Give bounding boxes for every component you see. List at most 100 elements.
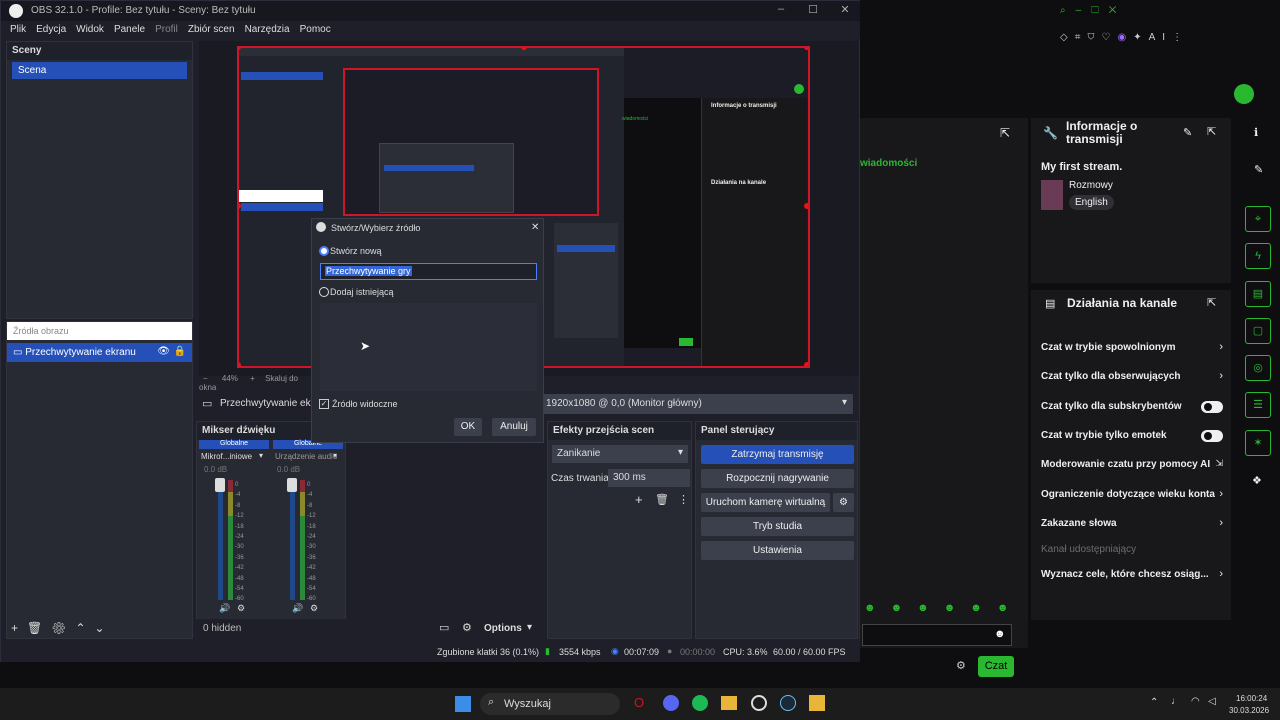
speaker-icon[interactable]: 🔊 [219,603,230,614]
start-recording-button[interactable]: Rozpocznij nagrywanie [701,469,854,488]
virtual-camera-button[interactable]: Uruchom kamerę wirtualną [701,493,830,512]
pin-icon[interactable]: ◇ [1060,32,1075,43]
chevron-down-icon[interactable]: ▾ [527,622,532,633]
notepad-icon[interactable] [809,695,825,711]
bolt-icon[interactable]: ϟ [1245,243,1271,269]
microphone-icon[interactable]: ♩ [1171,696,1181,707]
create-new-radio[interactable] [319,246,329,256]
menu-profil[interactable]: Profil [150,21,183,38]
start-icon[interactable] [455,696,471,712]
stack-icon[interactable]: ▤ [1245,281,1271,307]
channel-2-settings-icon[interactable]: ⚙ [310,603,318,614]
opera-icon[interactable]: O [634,695,644,710]
menu-pomoc[interactable]: Pomoc [295,21,336,38]
chevron-up-icon[interactable]: ⌃ [1150,697,1158,708]
stream-category[interactable]: Rozmowy [1069,180,1113,191]
close-icon[interactable]: ✕ [835,3,855,16]
discord-icon[interactable] [663,695,679,711]
extension-icon[interactable]: ✦ [1133,32,1148,43]
heart-icon[interactable]: ♡ [1102,32,1118,43]
extensions-icon[interactable]: ❖ [1252,474,1262,487]
transition-select[interactable]: Zanikanie ▾ [552,445,688,463]
folder-icon[interactable] [721,696,737,710]
action-subs-only[interactable]: Czat tylko dla subskrybentów [1041,400,1223,420]
zoom-out-icon[interactable]: − [203,374,208,383]
shield-icon[interactable]: ⛉ [1087,32,1101,43]
stop-stream-button[interactable]: Zatrzymaj transmisję [701,445,854,464]
down-icon[interactable]: ⌄ [95,621,114,635]
language-tag[interactable]: English [1069,195,1114,210]
channel-1-settings-icon[interactable]: ⚙ [237,603,245,614]
speaker-icon[interactable]: 🔊 [292,603,303,614]
focus-icon[interactable]: ⌖ [1245,206,1271,232]
minimize-icon[interactable]: – [1076,5,1092,16]
ai-icon[interactable]: AI [1149,32,1172,43]
search-icon[interactable]: ⌕ [1060,5,1076,16]
menu-zbior-scen[interactable]: Zbiór scen [183,21,240,38]
chat-input[interactable]: ☻ [862,624,1012,646]
clock-date[interactable]: 30.03.2026 [1229,706,1269,715]
popout-icon[interactable]: ⇱ [1207,125,1216,138]
action-ai-moderation[interactable]: Moderowanie czatu przy pomocy AI ⇲ [1041,458,1223,478]
wifi-icon[interactable]: ◠ [1191,696,1200,707]
eye-icon[interactable]: 👁 [157,346,170,357]
emote-picker-icon[interactable]: ☻ [994,628,1006,640]
menu-plik[interactable]: Plik [5,21,31,38]
chat-bubble-icon[interactable]: ▢ [1245,318,1271,344]
existing-sources-list[interactable] [320,303,537,391]
info-icon[interactable]: ℹ [1254,126,1258,139]
gear-icon[interactable]: ⚙ [51,621,75,635]
source-item[interactable]: ▭ Przechwytywanie ekranu 👁 🔒 [7,343,192,362]
taskbar-search[interactable]: ⌕ Wyszukaj [480,693,620,715]
popout-icon[interactable]: ⇱ [1207,296,1216,309]
zoom-in-icon[interactable]: + [250,374,255,383]
more-icon[interactable]: ⋮ [678,493,689,506]
action-banned-words[interactable]: Zakazane słowa › [1041,517,1223,537]
menu-panele[interactable]: Panele [109,21,150,38]
gear-icon[interactable]: ⚙ [833,493,854,512]
ok-button[interactable]: OK [454,418,482,436]
spotify-icon[interactable] [692,695,708,711]
volume-icon[interactable]: ◁ [1208,696,1216,707]
popout-icon[interactable]: ⇱ [1000,126,1010,140]
chat-icon[interactable]: ◉ [1118,32,1134,43]
visible-checkbox[interactable]: ✓ [319,399,329,409]
channel-1-fader[interactable] [215,478,225,492]
broadcast-icon[interactable]: ◎ [1245,355,1271,381]
close-icon[interactable]: ✕ [1109,5,1127,16]
crop-icon[interactable]: ⌗ [1075,32,1088,43]
lock-icon[interactable]: 🔒 [174,346,186,357]
channel-2-menu-icon[interactable]: ▾ [333,451,337,460]
gear-icon[interactable]: ⚙ [956,659,966,672]
maximize-icon[interactable]: ☐ [1091,5,1109,16]
maximize-icon[interactable]: ☐ [803,3,823,16]
edit-icon[interactable]: ✎ [1183,126,1192,139]
wrench-icon[interactable]: ✶ [1245,430,1271,456]
menu-edycja[interactable]: Edycja [31,21,71,38]
action-slow-mode[interactable]: Czat w trybie spowolnionym › [1041,341,1223,361]
menu-narzedzia[interactable]: Narzędzia [240,21,295,38]
obs-taskbar-icon[interactable] [751,695,767,711]
clock-time[interactable]: 16:00:24 [1236,694,1267,703]
options-button[interactable]: Options [484,623,522,634]
menu-widok[interactable]: Widok [71,21,109,38]
trash-icon[interactable]: 🗑 [27,621,51,635]
mixer-tab-global-1[interactable]: Globalne [199,440,269,449]
emote-only-toggle[interactable] [1201,430,1223,442]
edit-icon[interactable]: ✎ [1254,163,1263,176]
minimize-icon[interactable]: – [771,3,791,15]
subs-only-toggle[interactable] [1201,401,1223,413]
studio-mode-button[interactable]: Tryb studia [701,517,854,536]
cancel-button[interactable]: Anuluj [492,418,536,436]
action-goals[interactable]: Wyznacz cele, które chcesz osiąg... › [1041,568,1223,588]
add-existing-radio[interactable] [319,287,329,297]
settings-button[interactable]: Ustawienia [701,541,854,560]
channel-1-menu-icon[interactable]: ▾ [259,451,263,460]
gear-icon[interactable]: ⚙ [462,621,472,634]
duration-stepper[interactable]: 300 ms [608,469,690,487]
action-followers-only[interactable]: Czat tylko dla obserwujących › [1041,370,1223,390]
source-name-input[interactable]: Przechwytywanie gry [320,263,537,280]
close-icon[interactable]: ✕ [531,222,539,233]
up-icon[interactable]: ⌃ [75,621,94,635]
trash-icon[interactable]: 🗑 [655,493,669,506]
